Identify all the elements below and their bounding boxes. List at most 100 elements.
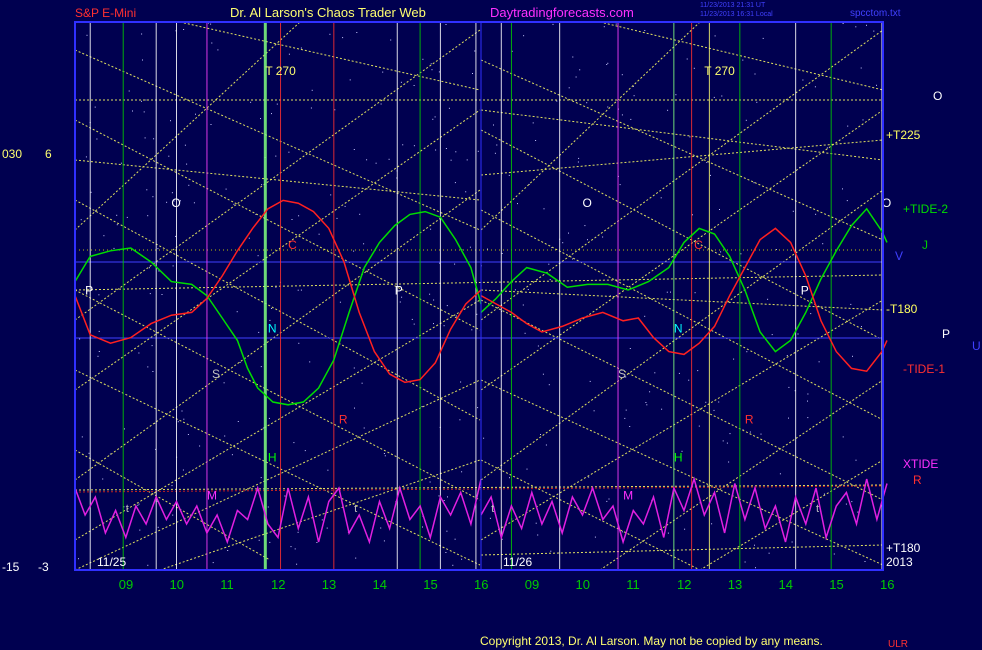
star (710, 174, 711, 176)
star (786, 355, 788, 356)
star (276, 103, 278, 105)
day1-date: 11/25 (97, 555, 126, 569)
star (445, 24, 447, 25)
star (326, 527, 328, 529)
star (297, 289, 299, 291)
star (496, 144, 498, 146)
star (476, 313, 478, 315)
star (833, 553, 835, 555)
star (584, 225, 586, 227)
star (137, 504, 139, 506)
star (380, 527, 382, 529)
star (846, 200, 848, 202)
star (142, 59, 143, 61)
year-label: 2013 (886, 555, 913, 569)
star (532, 122, 534, 124)
star (356, 32, 358, 33)
star (527, 289, 529, 290)
star (339, 301, 341, 303)
star (762, 37, 764, 39)
star (524, 332, 526, 334)
star (157, 526, 159, 528)
star (807, 393, 809, 395)
star (754, 544, 755, 546)
star (309, 361, 311, 363)
star (353, 367, 355, 369)
x-tick-label: 11 (626, 577, 640, 592)
x-tick-label: 15 (423, 577, 437, 592)
star (649, 391, 651, 393)
t-marker: t (816, 503, 819, 515)
star (705, 401, 707, 403)
corner-tag: ULR (888, 639, 908, 650)
star (433, 299, 435, 301)
star (260, 118, 261, 120)
star (718, 401, 720, 403)
star (79, 338, 81, 340)
star (172, 514, 174, 516)
star (288, 151, 290, 153)
chart-title: Dr. Al Larson's Chaos Trader Web (230, 5, 426, 20)
x-tick-label: 14 (779, 577, 793, 592)
star (293, 442, 295, 444)
t-marker: t (491, 503, 494, 515)
star (760, 433, 762, 435)
star (383, 540, 385, 542)
star (788, 417, 789, 419)
star (171, 485, 173, 487)
star (852, 355, 853, 357)
star (153, 138, 155, 140)
star (477, 407, 479, 409)
star (271, 308, 273, 309)
star (429, 293, 431, 295)
star (621, 531, 623, 533)
right-label: +T225 (886, 128, 921, 142)
star (170, 120, 171, 122)
star (145, 99, 147, 101)
star (363, 243, 365, 245)
star (540, 434, 541, 435)
star (572, 258, 574, 260)
star (88, 452, 90, 454)
planet-label: P (395, 283, 403, 297)
star (448, 107, 450, 109)
timestamp-ut: 11/23/2013 21:31 UT (700, 2, 766, 9)
star (300, 289, 302, 291)
star (186, 163, 188, 165)
star (755, 567, 756, 569)
star (779, 473, 781, 475)
x-tick-label: 15 (829, 577, 843, 592)
star (629, 348, 631, 349)
star (310, 107, 312, 109)
star (857, 511, 859, 513)
star (842, 188, 843, 190)
star (327, 469, 329, 471)
star (275, 286, 277, 288)
star (195, 113, 196, 115)
right-label: -TIDE-1 (903, 362, 945, 376)
star (177, 421, 179, 423)
star (380, 103, 382, 105)
star (788, 386, 790, 388)
star (172, 265, 174, 267)
star (866, 24, 867, 26)
star (98, 330, 100, 332)
star (443, 500, 445, 501)
star (822, 243, 824, 245)
star (435, 149, 437, 151)
star (430, 63, 432, 65)
star (157, 248, 159, 250)
star (644, 30, 646, 31)
star (603, 26, 605, 28)
star (258, 331, 260, 333)
star (250, 101, 252, 103)
star (455, 151, 457, 153)
star (294, 548, 296, 550)
star (542, 373, 544, 375)
star (722, 440, 724, 442)
star (296, 563, 298, 565)
star (445, 552, 447, 553)
star (430, 228, 432, 230)
star (411, 318, 413, 320)
star (355, 557, 357, 559)
